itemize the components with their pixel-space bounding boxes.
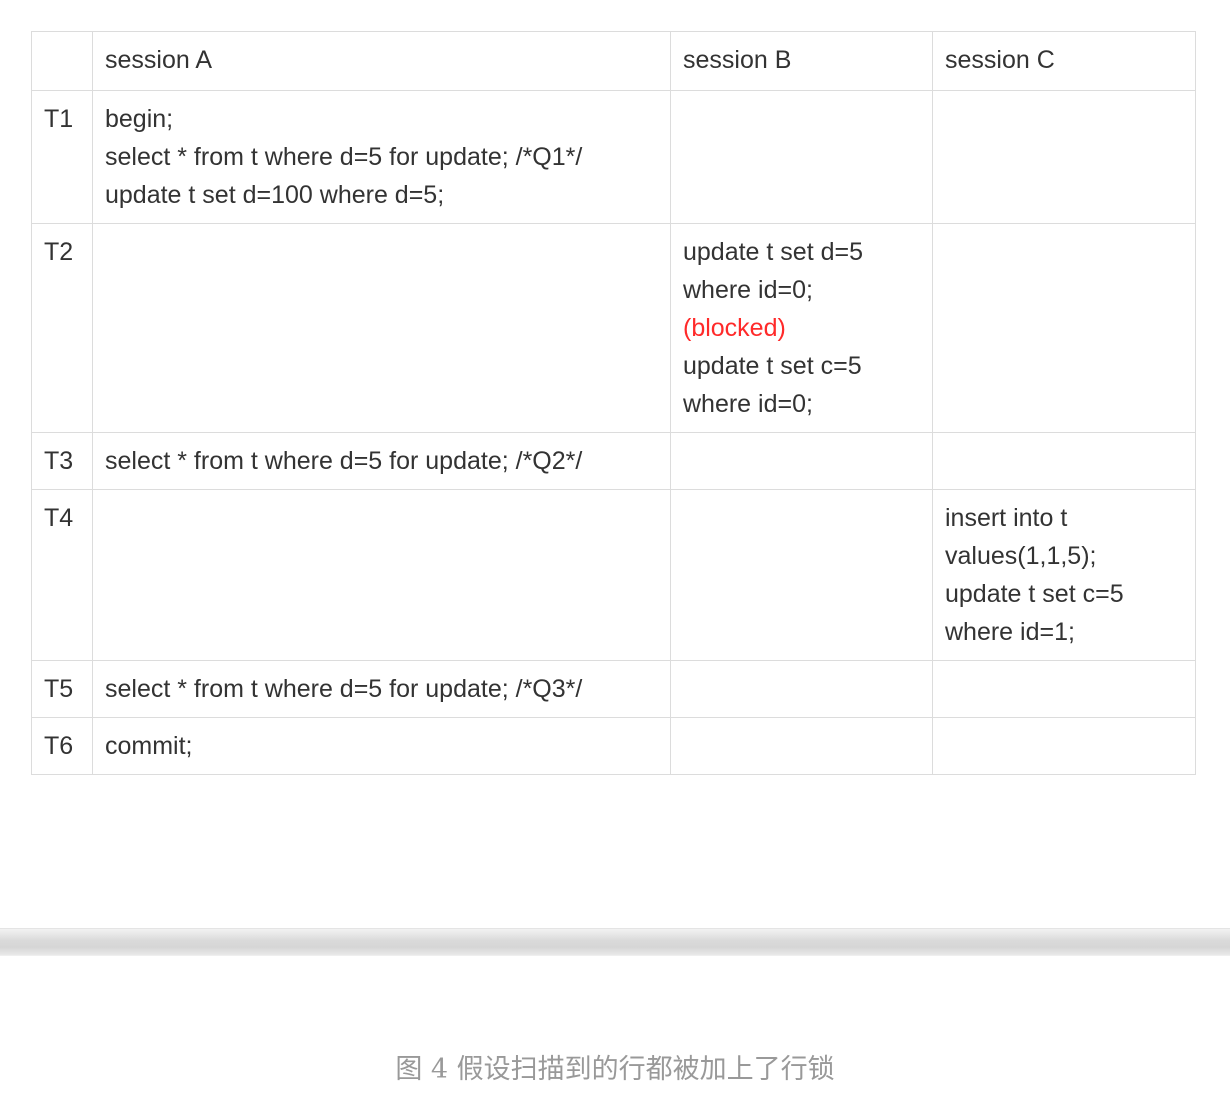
statement: commit; — [105, 732, 193, 760]
statement: values(1,1,5); — [945, 542, 1097, 570]
time-cell: T3 — [31, 432, 93, 490]
session-c-cell: insert into t values(1,1,5); update t set … — [932, 489, 1196, 661]
table-row-t3: T3 select * from t where d=5 for update;… — [31, 432, 1196, 490]
header-session-a: session A — [92, 31, 671, 91]
session-c-cell — [932, 717, 1196, 775]
session-b-cell — [670, 717, 933, 775]
statement: begin; — [105, 105, 174, 133]
figure-caption: 图 4 假设扫描到的行都被加上了行锁 — [395, 1054, 835, 1085]
session-c-cell — [932, 660, 1196, 718]
section-divider — [0, 928, 1230, 956]
session-c-cell — [932, 432, 1196, 490]
session-b-cell — [670, 660, 933, 718]
time-cell: T4 — [31, 489, 93, 661]
statement: select * from t where d=5 for update; /*… — [105, 675, 583, 703]
session-a-cell: select * from t where d=5 for update; /*… — [92, 432, 671, 490]
session-a-cell — [92, 489, 671, 661]
session-c-cell — [932, 90, 1196, 224]
statement: update t set c=5 — [683, 352, 862, 380]
session-b-cell: update t set d=5 where id=0; (blocked) upda… — [670, 223, 933, 433]
statement: where id=0; — [683, 276, 813, 304]
session-b-cell — [670, 489, 933, 661]
time-cell: T1 — [31, 90, 93, 224]
table-row-t1: T1 begin; select * from t where d=5 for u… — [31, 90, 1196, 224]
session-a-cell: begin; select * from t where d=5 for upda… — [92, 90, 671, 224]
session-c-cell — [932, 223, 1196, 433]
statement: update t set c=5 — [945, 580, 1124, 608]
time-cell: T5 — [31, 660, 93, 718]
blocked-status: (blocked) — [683, 314, 786, 342]
header-session-c: session C — [932, 31, 1196, 91]
time-cell: T2 — [31, 223, 93, 433]
time-cell: T6 — [31, 717, 93, 775]
table-row-t5: T5 select * from t where d=5 for update;… — [31, 660, 1196, 718]
statement: where id=0; — [683, 390, 813, 418]
statement: select * from t where d=5 for update; /*… — [105, 143, 583, 171]
header-session-b: session B — [670, 31, 933, 91]
header-row: session A session B session C — [31, 31, 1196, 91]
session-b-cell — [670, 432, 933, 490]
statement: where id=1; — [945, 618, 1075, 646]
session-timeline-table: session A session B session C T1 begin; s… — [31, 31, 1196, 775]
table-row-t4: T4 insert into t values(1,1,5); update t s… — [31, 489, 1196, 661]
session-b-cell — [670, 90, 933, 224]
header-time — [31, 31, 93, 91]
statement: insert into t — [945, 504, 1068, 532]
session-a-cell: select * from t where d=5 for update; /*… — [92, 660, 671, 718]
session-a-cell: commit; — [92, 717, 671, 775]
session-a-cell — [92, 223, 671, 433]
statement: update t set d=100 where d=5; — [105, 181, 445, 209]
statement: select * from t where d=5 for update; /*… — [105, 447, 583, 475]
table-row-t6: T6 commit; — [31, 717, 1196, 775]
table-row-t2: T2 update t set d=5 where id=0; (blocked) u… — [31, 223, 1196, 433]
statement: update t set d=5 — [683, 238, 864, 266]
